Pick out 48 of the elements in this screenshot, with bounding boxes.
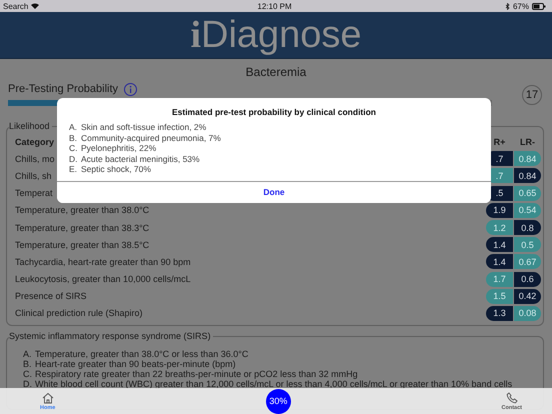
battery-percent: 67% [512,2,529,10]
dialog-title: Estimated pre-test probability by clinical condition [172,107,376,117]
phone-icon [506,392,518,404]
lr-plus-pill[interactable]: 1.4 [486,254,513,270]
page-title: Bacteremia [244,65,308,79]
status-time: 12:10 PM [257,2,292,10]
criteria-item: C. Respiratory rate greater than 22 breaths-per-minute or pCO2 less than 32 mmHg [23,369,359,380]
lr-plus-pill[interactable]: 1.4 [486,237,513,252]
criteria-item: D. White blood cell count (WBC) greater than 12,000 cells/mcL or less than 4,000 cells/mcL or greater than 10% band cells [23,379,514,390]
category-label: Presence of SIRS [15,291,87,302]
category-label: Temperature, greater than 38.5°C [15,240,150,250]
condition-item: D. Acute bacterial meningitis, 53% [69,154,201,164]
category-label: Temperature, greater than 38.0°C [15,205,150,216]
condition-item: E. Septic shock, 70% [69,164,152,174]
wifi-icon [31,3,40,9]
probability-button[interactable]: 30% [266,388,291,414]
lr-minus-pill[interactable]: 0.6 [514,272,541,287]
category-label: Temperat [15,188,53,198]
home-icon [42,392,54,404]
condition-item: C. Pyelonephritis, 22% [69,143,158,154]
lr-minus-pill[interactable]: 0.42 [514,288,541,304]
back-link[interactable]: Search [3,2,28,10]
lr-minus-pill[interactable]: 0.84 [514,168,541,184]
criteria-item: A. Temperature, greater than 38.0°C or less than 36.0°C [23,349,250,360]
battery-icon [532,2,546,10]
lr-plus-pill[interactable]: 1.9 [486,202,513,218]
panel-legend: Likelihood [9,121,52,131]
info-icon[interactable] [124,82,138,96]
category-label: Clinical prediction rule (Shapiro) [15,308,143,318]
category-label: Chills, sh [15,170,52,181]
criteria-item: B. Heart-rate greater than 90 beats-per-minute (bpm) [23,359,237,370]
column-header: LR- [519,136,536,147]
category-label: Chills, mo [15,154,55,164]
panel-legend: Systemic inflammatory response syndrome (SIRS) [9,331,213,342]
category-label: Tachycardia, heart-rate greater than 90 bpm [15,256,191,267]
condition-item: A. Skin and soft-tissue infection, 2% [69,122,208,132]
lr-plus-pill[interactable]: 1.3 [486,306,513,321]
category-label: Temperature, greater than 38.3°C [15,222,150,233]
count-badge: 17 [522,85,542,105]
column-header: R+ [492,136,506,147]
done-button[interactable]: Done [57,180,491,203]
app-logo: iDiagnose [190,13,362,57]
bluetooth-icon [504,2,510,10]
lr-minus-pill[interactable]: 0.8 [514,220,541,236]
category-label: Leukocytosis, greater than 10,000 cells/mcL [15,274,191,284]
column-header: Category [15,136,54,147]
pretest-label: Pre-Testing Probability [8,83,118,95]
condition-item: B. Community-acquired pneumonia, 7% [69,132,222,143]
